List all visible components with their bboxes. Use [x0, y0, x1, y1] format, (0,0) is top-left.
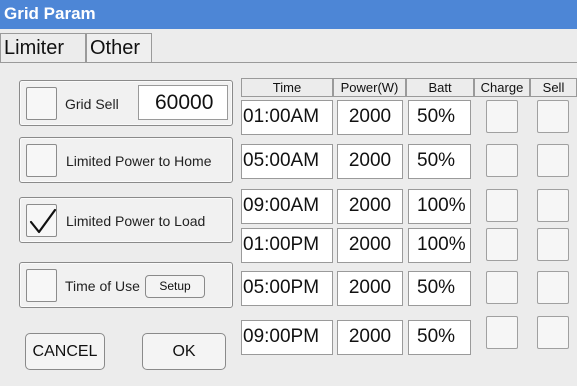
header-batt: Batt [406, 78, 474, 97]
schedule-batt-4[interactable]: 100% [408, 228, 471, 263]
schedule-power-6[interactable]: 2000 [337, 320, 403, 355]
tab-limiter[interactable]: Limiter [0, 33, 86, 63]
limited-power-home-label: Limited Power to Home [66, 153, 212, 169]
charge-checkbox-6[interactable] [486, 316, 518, 349]
page-title: Grid Param [4, 4, 96, 23]
sell-checkbox-4[interactable] [537, 228, 569, 261]
time-of-use-checkbox[interactable] [26, 269, 57, 302]
schedule-batt-6[interactable]: 50% [408, 320, 471, 355]
limited-power-home-checkbox[interactable] [26, 144, 57, 177]
charge-checkbox-2[interactable] [486, 144, 518, 177]
grid-sell-label: Grid Sell [65, 96, 119, 112]
schedule-power-2[interactable]: 2000 [337, 144, 403, 179]
tab-other[interactable]: Other [86, 33, 152, 63]
schedule-time-4[interactable]: 01:00PM [241, 228, 333, 263]
time-of-use-label: Time of Use [65, 278, 140, 294]
schedule-time-5[interactable]: 05:00PM [241, 271, 333, 306]
limited-power-load-checkbox[interactable] [26, 204, 57, 237]
schedule-power-4[interactable]: 2000 [337, 228, 403, 263]
limited-power-load-option: Limited Power to Load [19, 197, 233, 243]
grid-sell-option: Grid Sell 60000 [19, 80, 233, 126]
grid-sell-input[interactable]: 60000 [138, 85, 228, 120]
schedule-batt-2[interactable]: 50% [408, 144, 471, 179]
ok-button[interactable]: OK [142, 333, 226, 370]
schedule-time-6[interactable]: 09:00PM [241, 320, 333, 355]
limited-power-load-label: Limited Power to Load [66, 213, 206, 229]
schedule-batt-5[interactable]: 50% [408, 271, 471, 306]
sell-checkbox-6[interactable] [537, 316, 569, 349]
schedule-time-3[interactable]: 09:00AM [241, 189, 333, 224]
sell-checkbox-5[interactable] [537, 271, 569, 304]
schedule-power-3[interactable]: 2000 [337, 189, 403, 224]
tab-divider [0, 62, 577, 63]
sell-checkbox-2[interactable] [537, 144, 569, 177]
header-time: Time [241, 78, 333, 97]
setup-button[interactable]: Setup [145, 275, 205, 298]
schedule-batt-1[interactable]: 50% [408, 100, 471, 135]
schedule-power-1[interactable]: 2000 [337, 100, 403, 135]
sell-checkbox-1[interactable] [537, 100, 569, 133]
charge-checkbox-3[interactable] [486, 189, 518, 222]
checkmark-icon [29, 208, 57, 234]
cancel-button[interactable]: CANCEL [25, 333, 105, 370]
header-sell: Sell [530, 78, 577, 97]
schedule-time-1[interactable]: 01:00AM [241, 100, 333, 135]
charge-checkbox-5[interactable] [486, 271, 518, 304]
title-bar: Grid Param [0, 0, 577, 29]
schedule-time-2[interactable]: 05:00AM [241, 144, 333, 179]
header-charge: Charge [474, 78, 530, 97]
time-of-use-option: Time of Use Setup [19, 262, 233, 308]
header-power: Power(W) [333, 78, 406, 97]
charge-checkbox-1[interactable] [486, 100, 518, 133]
grid-sell-checkbox[interactable] [26, 87, 57, 120]
limited-power-home-option: Limited Power to Home [19, 137, 233, 183]
schedule-batt-3[interactable]: 100% [408, 189, 471, 224]
schedule-power-5[interactable]: 2000 [337, 271, 403, 306]
charge-checkbox-4[interactable] [486, 228, 518, 261]
sell-checkbox-3[interactable] [537, 189, 569, 222]
